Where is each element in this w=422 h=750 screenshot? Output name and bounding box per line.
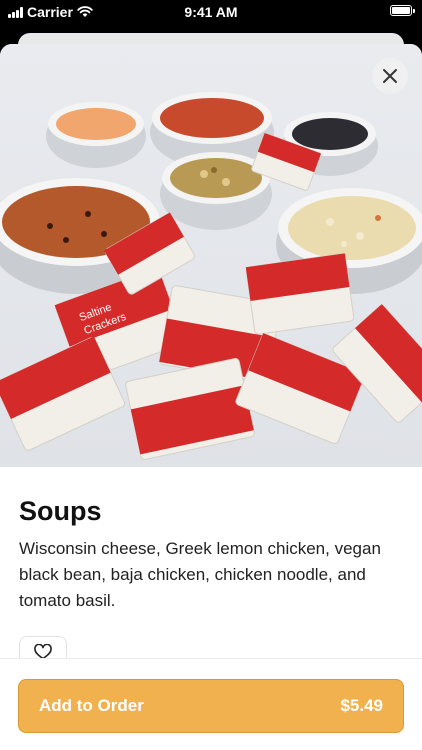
soups-photo-illustration: Saltine Crackers: [0, 44, 422, 467]
close-icon: [383, 69, 397, 83]
item-photo: Saltine Crackers: [0, 44, 422, 467]
add-to-order-button[interactable]: Add to Order $5.49: [18, 679, 404, 733]
item-detail-sheet: Saltine Crackers Soups Wisconsin cheese,…: [0, 44, 422, 750]
status-bar: Carrier 9:41 AM: [0, 0, 422, 26]
close-button[interactable]: [372, 58, 408, 94]
status-time: 9:41 AM: [184, 4, 238, 20]
price-label: $5.49: [340, 696, 383, 715]
item-description: Wisconsin cheese, Greek lemon chicken, v…: [19, 539, 381, 610]
bottom-bar: Add to Order $5.49: [0, 658, 422, 750]
battery-icon: [390, 5, 415, 16]
add-to-order-label: Add to Order: [39, 696, 144, 715]
item-title: Soups: [19, 496, 102, 526]
